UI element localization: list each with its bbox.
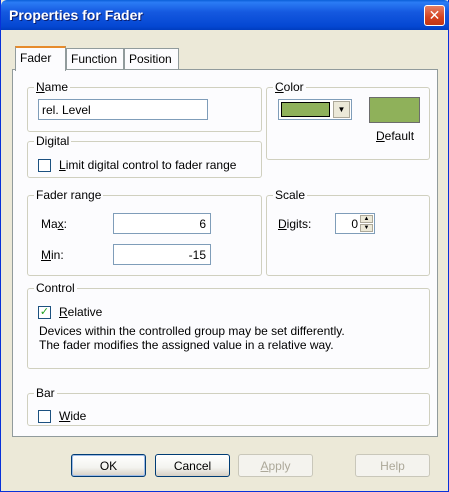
spin-up-icon: ▲ [363,216,370,222]
properties-dialog: Properties for Fader ✕ Fader Function Po… [0,0,449,492]
spin-up-button[interactable]: ▲ [360,215,373,223]
spin-down-button[interactable]: ▼ [360,224,373,232]
tab-panel-fader: Name rel. Level Color ▼ Default Digital … [12,69,438,437]
cancel-button[interactable]: Cancel [155,454,230,477]
bar-group-legend: Bar [36,386,55,400]
min-label: Min: [41,248,64,262]
chevron-down-icon: ▼ [337,105,346,114]
limit-digital-checkbox[interactable] [38,159,51,172]
tab-position-label: Position [129,52,172,66]
control-description-line1: Devices within the controlled group may … [39,324,345,338]
fader-range-legend: Fader range [36,188,102,202]
color-group-legend: Color [275,80,304,94]
default-label[interactable]: Default [376,129,414,143]
tab-function[interactable]: Function [66,48,124,70]
name-group-legend: Name [36,80,69,94]
name-input[interactable]: rel. Level [38,99,208,120]
dialog-button-bar: OK Cancel Apply Help [11,447,440,481]
color-select[interactable]: ▼ [278,99,352,120]
scale-group-legend: Scale [275,188,306,202]
title-bar[interactable]: Properties for Fader ✕ [1,0,449,30]
relative-label[interactable]: Relative [59,305,102,319]
wide-label[interactable]: Wide [59,409,86,423]
close-button[interactable]: ✕ [424,5,445,26]
digits-spinbox[interactable]: 0 ▲ ▼ [335,213,375,234]
spin-down-icon: ▼ [363,225,370,231]
control-group-legend: Control [36,281,75,295]
close-icon: ✕ [428,7,441,24]
min-input[interactable]: -15 [113,244,211,265]
tab-fader[interactable]: Fader [15,46,66,71]
help-button[interactable]: Help [355,454,430,477]
digital-group-legend: Digital [36,134,70,148]
max-label: Max: [41,217,68,231]
bar-group: Bar [27,386,430,426]
ok-button[interactable]: OK [71,454,146,477]
tab-function-label: Function [71,52,118,66]
color-swatch [281,102,330,117]
wide-checkbox[interactable] [38,410,51,423]
digits-value: 0 [351,217,358,231]
default-color-button[interactable] [369,97,420,123]
max-input[interactable]: 6 [113,213,211,234]
dropdown-arrow-button[interactable]: ▼ [333,101,350,118]
tab-position[interactable]: Position [124,48,179,70]
limit-digital-label[interactable]: Limit digital control to fader range [59,158,236,172]
relative-checkbox[interactable]: ✓ [38,306,51,319]
control-description-line2: The fader modifies the assigned value in… [39,338,334,352]
digits-label: Digits: [278,217,312,231]
window-title: Properties for Fader [9,7,143,23]
checkmark-icon: ✓ [39,306,50,318]
tab-fader-label: Fader [20,51,52,65]
apply-button[interactable]: Apply [238,454,313,477]
